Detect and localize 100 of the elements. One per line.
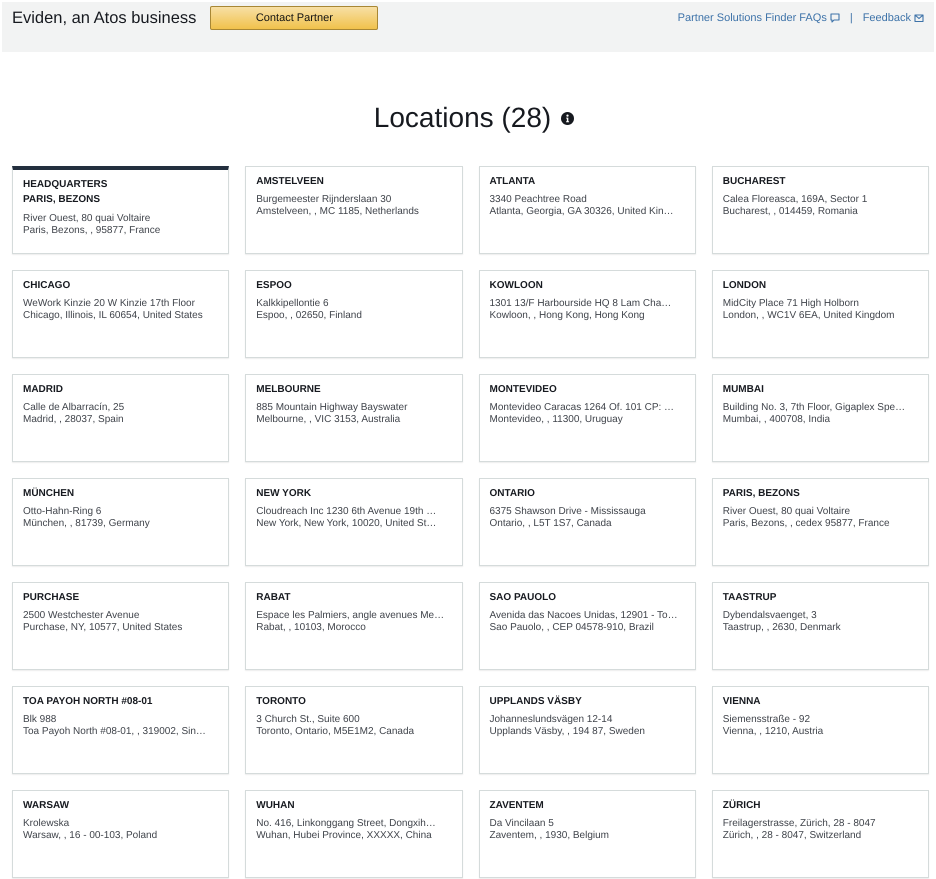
address-line: Montevideo, , 11300, Uruguay: [490, 414, 624, 426]
address-line: Upplands Väsby, , 194 87, Sweden: [490, 726, 646, 738]
address-line: Blk 988: [23, 714, 58, 726]
faq-link[interactable]: Partner Solutions Finder FAQs: [678, 12, 840, 24]
location-name: ATLANTA: [490, 175, 536, 188]
address-line: Ontario, , L5T 1S7, Canada: [490, 518, 613, 530]
location-name: MADRID: [23, 383, 64, 396]
location-card[interactable]: WARSAW Krolewska Warsaw, , 16 - 00-103, Poland: [12, 790, 230, 878]
address-line: WeWork Kinzie 20 W Kinzie 17th Floor: [23, 298, 196, 310]
location-name: PURCHASE: [23, 591, 80, 604]
location-card[interactable]: PARIS, BEZONS River Ouest, 80 quai Voltaire Paris, Bezons, , cedex 95877, France: [712, 478, 929, 566]
location-card[interactable]: BUCHAREST Calea Floreasca, 169A, Sector 1 Bucharest, , 014459, Romania: [712, 166, 929, 254]
address-line: Freilagerstrasse, Zürich, 28 - 8047: [722, 818, 877, 830]
address-line: Espace les Palmiers, angle avenues Me…: [256, 610, 446, 622]
address-line: Warsaw, , 16 - 00-103, Poland: [23, 830, 158, 842]
address-line: Wuhan, Hubei Province, XXXXX, China: [256, 830, 433, 842]
location-name: BUCHAREST: [722, 175, 787, 188]
address-line: Calle de Albarracín, 25: [23, 402, 126, 414]
address-line: 1301 13/F Harbourside HQ 8 Lam Cha…: [490, 298, 672, 310]
address-line: Sao Pauolo, , CEP 04578-910, Brazil: [490, 622, 655, 634]
address-line: 885 Mountain Highway Bayswater: [256, 402, 408, 414]
address-line: Avenida das Nacoes Unidas, 12901 - To…: [490, 610, 679, 622]
location-card[interactable]: RABAT Espace les Palmiers, angle avenues Me… Rabat, , 10103, Morocco: [245, 582, 462, 670]
feedback-link[interactable]: Feedback: [862, 12, 924, 24]
page-title: Locations (28): [374, 101, 552, 135]
address-line: Siemensstraße - 92: [722, 714, 812, 726]
location-card[interactable]: ESPOO Kalkkipellontie 6 Espoo, , 02650, Finland: [245, 270, 462, 358]
chat-bubble-icon: [830, 13, 840, 23]
address-line: Montevideo Caracas 1264 Of. 101 CP: …: [490, 402, 676, 414]
location-card[interactable]: MONTEVIDEO Montevideo Caracas 1264 Of. 101 CP: … Montevideo, , 11300, Uruguay: [478, 374, 696, 462]
location-card[interactable]: MUMBAI Building No. 3, 7th Floor, Gigaplex Spe… Mumbai, , 400708, India: [712, 374, 929, 462]
location-name: WUHAN: [256, 799, 296, 812]
location-name: TOA PAYOH NORTH #08-01: [23, 695, 154, 708]
address-line: Kowloon, , Hong Kong, Hong Kong: [490, 310, 646, 322]
address-line: 3 Church St., Suite 600: [256, 714, 361, 726]
address-line: München, , 81739, Germany: [23, 518, 151, 530]
location-card[interactable]: TORONTO 3 Church St., Suite 600 Toronto, Ontario, M5E1M2, Canada: [245, 686, 462, 774]
location-card[interactable]: CHICAGO WeWork Kinzie 20 W Kinzie 17th Floor Chicago, Illinois, IL 60654, United States: [12, 270, 230, 358]
address-line: Melbourne, , VIC 3153, Australia: [256, 414, 402, 426]
location-card[interactable]: WUHAN No. 416, Linkonggang Street, Dongxih… Wuhan, Hubei Province, XXXXX, China: [245, 790, 462, 878]
address-line: Mumbai, , 400708, India: [722, 414, 832, 426]
location-name: RABAT: [256, 591, 292, 604]
location-name: UPPLANDS VÄSBY: [490, 695, 583, 708]
location-card[interactable]: ZAVENTEM Da Vincilaan 5 Zaventem, , 1930, Belgium: [478, 790, 696, 878]
location-name: MÜNCHEN: [23, 487, 76, 500]
address-line: Dybendalsvaenget, 3: [722, 610, 818, 622]
address-line: Paris, Bezons, , 95877, France: [23, 225, 162, 237]
location-card[interactable]: TOA PAYOH NORTH #08-01 Blk 988 Toa Payoh North #08-01, , 319002, Sin…: [12, 686, 230, 774]
address-line: Toa Payoh North #08-01, , 319002, Sin…: [23, 726, 207, 738]
address-line: Atlanta, Georgia, GA 30326, United Kin…: [490, 206, 674, 218]
location-card[interactable]: MADRID Calle de Albarracín, 25 Madrid, , 28037, Spain: [12, 374, 230, 462]
contact-partner-button[interactable]: Contact Partner: [210, 6, 378, 30]
location-name: CHICAGO: [23, 279, 72, 292]
location-card[interactable]: MELBOURNE 885 Mountain Highway Bayswater Melbourne, , VIC 3153, Australia: [245, 374, 462, 462]
address-line: Purchase, NY, 10577, United States: [23, 622, 184, 634]
address-line: Toronto, Ontario, M5E1M2, Canada: [256, 726, 416, 738]
location-card[interactable]: VIENNA Siemensstraße - 92 Vienna, , 1210, Austria: [712, 686, 929, 774]
location-name: MUMBAI: [722, 383, 765, 396]
location-card[interactable]: ZÜRICH Freilagerstrasse, Zürich, 28 - 8047 Zürich, , 28 - 8047, Switzerland: [712, 790, 929, 878]
address-line: 6375 Shawson Drive - Mississauga: [490, 506, 647, 518]
location-card[interactable]: UPPLANDS VÄSBY Johanneslundsvägen 12-14 Upplands Väsby, , 194 87, Sweden: [478, 686, 696, 774]
address-line: Calea Floreasca, 169A, Sector 1: [722, 194, 868, 206]
address-line: Burgemeester Rijnderslaan 30: [256, 194, 392, 206]
location-name: ONTARIO: [490, 487, 536, 500]
location-name: ZAVENTEM: [490, 799, 545, 812]
address-line: Krolewska: [23, 818, 70, 830]
location-card[interactable]: MÜNCHEN Otto-Hahn-Ring 6 München, , 81739, Germany: [12, 478, 230, 566]
location-card[interactable]: SAO PAUOLO Avenida das Nacoes Unidas, 12901 - To… Sao Pauolo, , CEP 04578-910, Brazil: [478, 582, 696, 670]
address-line: New York, New York, 10020, United St…: [256, 518, 438, 530]
address-line: 3340 Peachtree Road: [490, 194, 588, 206]
headquarters-label: HEADQUARTERS: [23, 178, 108, 191]
address-line: Vienna, , 1210, Austria: [722, 726, 824, 738]
address-line: London, , WC1V 6EA, United Kingdom: [722, 310, 896, 322]
location-name: ZÜRICH: [722, 799, 762, 812]
location-card[interactable]: LONDON MidCity Place 71 High Holborn London, , WC1V 6EA, United Kingdom: [712, 270, 929, 358]
location-card[interactable]: NEW YORK Cloudreach Inc 1230 6th Avenue 19th … New York, New York, 10020, United St…: [245, 478, 462, 566]
address-line: Bucharest, , 014459, Romania: [722, 206, 859, 218]
address-line: Taastrup, , 2630, Denmark: [722, 622, 842, 634]
location-card[interactable]: AMSTELVEEN Burgemeester Rijnderslaan 30 Amstelveen, , MC 1185, Netherlands: [245, 166, 462, 254]
location-card[interactable]: ONTARIO 6375 Shawson Drive - Mississauga Ontario, , L5T 1S7, Canada: [478, 478, 696, 566]
location-card[interactable]: PURCHASE 2500 Westchester Avenue Purchase, NY, 10577, United States: [12, 582, 230, 670]
address-line: River Ouest, 80 quai Voltaire: [722, 506, 852, 518]
address-line: Cloudreach Inc 1230 6th Avenue 19th …: [256, 506, 438, 518]
location-card[interactable]: ATLANTA 3340 Peachtree Road Atlanta, Georgia, GA 30326, United Kin…: [478, 166, 696, 254]
address-line: 2500 Westchester Avenue: [23, 610, 140, 622]
location-card[interactable]: TAASTRUP Dybendalsvaenget, 3 Taastrup, , 2630, Denmark: [712, 582, 929, 670]
location-name: KOWLOON: [490, 279, 544, 292]
address-line: Amstelveen, , MC 1185, Netherlands: [256, 206, 420, 218]
address-line: Otto-Hahn-Ring 6: [23, 506, 102, 518]
location-name: TORONTO: [256, 695, 307, 708]
address-line: Zürich, , 28 - 8047, Switzerland: [722, 830, 862, 842]
location-name: NEW YORK: [256, 487, 312, 500]
location-name: LONDON: [722, 279, 768, 292]
location-card[interactable]: HEADQUARTERS PARIS, BEZONS River Ouest, 80 quai Voltaire Paris, Bezons, , 95877, France: [12, 166, 230, 254]
info-icon[interactable]: [561, 112, 574, 124]
location-name: TAASTRUP: [722, 591, 778, 604]
address-line: Johanneslundsvägen 12-14: [490, 714, 614, 726]
address-line: Paris, Bezons, , cedex 95877, France: [722, 518, 891, 530]
address-line: Zaventem, , 1930, Belgium: [490, 830, 610, 842]
location-card[interactable]: KOWLOON 1301 13/F Harbourside HQ 8 Lam Cha… Kowloon, , Hong Kong, Hong Kong: [478, 270, 696, 358]
